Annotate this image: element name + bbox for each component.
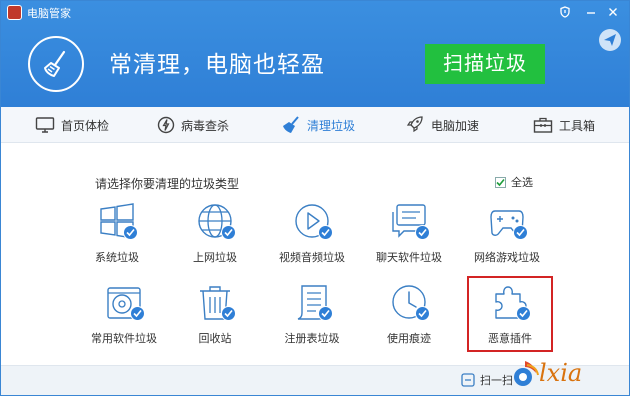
junk-item-label: 使用痕迹 xyxy=(387,332,431,345)
junk-item-label: 聊天软件垃圾 xyxy=(376,251,442,264)
junk-item-web[interactable]: 上网垃圾 xyxy=(169,203,261,273)
site-watermark: lxia xyxy=(509,357,589,391)
checked-badge-icon xyxy=(221,306,236,321)
tab-label: 清理垃圾 xyxy=(307,118,356,133)
minimize-icon[interactable] xyxy=(583,4,599,20)
tab-pc-speedup[interactable]: 电脑加速 xyxy=(405,107,479,143)
junk-item-label: 常用软件垃圾 xyxy=(91,332,157,345)
main-nav: 首页体检 病毒查杀 清理垃圾 电脑加速 工具箱 xyxy=(1,107,629,143)
watermark-logo-icon xyxy=(514,361,539,386)
junk-item-recycle-bin[interactable]: 回收站 xyxy=(169,284,261,354)
toolbox-icon xyxy=(533,116,553,134)
junk-item-label: 回收站 xyxy=(198,332,232,345)
footer-scan-link[interactable]: 扫一扫 xyxy=(461,372,513,388)
broom-logo-icon xyxy=(28,36,84,92)
junk-item-registry[interactable]: 注册表垃圾 xyxy=(266,284,358,354)
checked-badge-icon xyxy=(415,306,430,321)
header-banner: 电脑管家 常清理，电脑也轻盈 扫描垃圾 xyxy=(1,1,629,107)
junk-item-label: 网络游戏垃圾 xyxy=(474,251,540,264)
tab-clean-junk[interactable]: 清理垃圾 xyxy=(281,107,355,143)
app-window: 电脑管家 常清理，电脑也轻盈 扫描垃圾 首页体检 病毒查杀 清理垃圾 电脑加速 … xyxy=(0,0,630,396)
checked-badge-icon xyxy=(221,225,236,240)
select-all-label: 全选 xyxy=(511,176,533,189)
monitor-icon xyxy=(35,116,55,134)
slogan-text: 常清理，电脑也轻盈 xyxy=(109,52,325,78)
junk-item-common-software[interactable]: 常用软件垃圾 xyxy=(78,284,170,354)
tab-label: 电脑加速 xyxy=(431,118,480,133)
tab-label: 病毒查杀 xyxy=(181,118,230,133)
checked-badge-icon xyxy=(513,225,528,240)
broom-icon xyxy=(281,116,301,134)
junk-item-label: 系统垃圾 xyxy=(95,251,139,264)
highlight-box xyxy=(467,276,553,352)
select-junk-prompt: 请选择你要清理的垃圾类型 xyxy=(95,177,240,191)
shield-menu-icon[interactable] xyxy=(557,4,573,20)
title-bar: 电脑管家 xyxy=(1,1,629,23)
checked-badge-icon xyxy=(415,225,430,240)
app-logo-icon xyxy=(7,5,22,20)
checked-badge-icon xyxy=(130,306,145,321)
junk-item-label: 注册表垃圾 xyxy=(284,332,340,345)
junk-item-usage-traces[interactable]: 使用痕迹 xyxy=(363,284,455,354)
select-all-checkbox[interactable]: 全选 xyxy=(495,174,533,190)
tab-toolbox[interactable]: 工具箱 xyxy=(533,107,595,143)
window-title: 电脑管家 xyxy=(27,7,71,20)
tab-label: 工具箱 xyxy=(559,118,596,133)
tab-label: 首页体检 xyxy=(61,118,110,133)
close-icon[interactable] xyxy=(605,4,621,20)
rocket-icon xyxy=(405,116,425,134)
tab-home-checkup[interactable]: 首页体检 xyxy=(35,107,109,143)
junk-item-label: 视频音频垃圾 xyxy=(279,251,345,264)
watermark-text: lxia xyxy=(539,359,583,387)
junk-item-chat[interactable]: 聊天软件垃圾 xyxy=(363,203,455,273)
paper-plane-icon[interactable] xyxy=(599,29,621,51)
checked-badge-icon xyxy=(318,306,333,321)
junk-item-label: 上网垃圾 xyxy=(193,251,237,264)
tab-virus-scan[interactable]: 病毒查杀 xyxy=(157,107,229,143)
junk-item-system[interactable]: 系统垃圾 xyxy=(71,203,163,273)
checkbox-checked-icon xyxy=(495,176,506,188)
scan-code-icon xyxy=(461,373,475,387)
junk-item-video-audio[interactable]: 视频音频垃圾 xyxy=(266,203,358,273)
shield-bolt-icon xyxy=(157,116,175,134)
checked-badge-icon xyxy=(123,225,138,240)
junk-item-online-game[interactable]: 网络游戏垃圾 xyxy=(461,203,553,273)
scan-junk-button[interactable]: 扫描垃圾 xyxy=(425,44,545,84)
checked-badge-icon xyxy=(318,225,333,240)
